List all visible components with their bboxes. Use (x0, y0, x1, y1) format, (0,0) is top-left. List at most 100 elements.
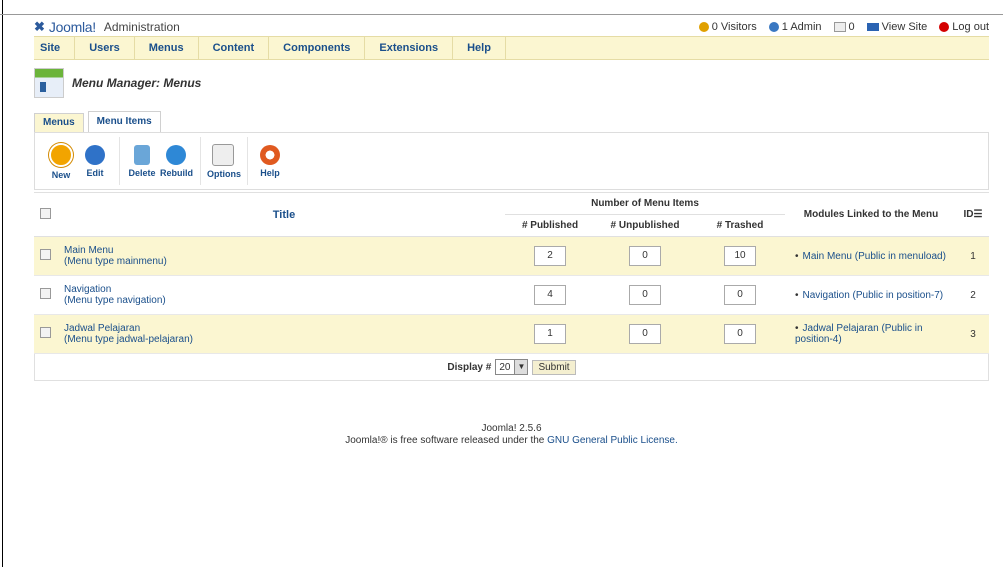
chevron-down-icon: ▼ (514, 360, 528, 374)
trashed-cell: 10 (695, 236, 785, 276)
unpublished-header: # Unpublished (595, 214, 695, 237)
submit-button[interactable]: Submit (532, 359, 576, 375)
menu-extensions[interactable]: Extensions (365, 37, 454, 59)
trashed-count-link[interactable]: 0 (724, 285, 756, 305)
published-count-link[interactable]: 2 (534, 246, 566, 266)
toolbar: New Edit Delete Rebuild Options Help (34, 132, 989, 190)
title-cell: Main Menu (Menu type mainmenu) (63, 236, 505, 276)
menu-components[interactable]: Components (269, 37, 366, 59)
main-menu-bar: Site Users Menus Content Components Exte… (34, 36, 989, 60)
bullet-icon: • (795, 250, 799, 262)
admin-user-icon (768, 22, 779, 32)
title-cell: Navigation (Menu type navigation) (63, 275, 505, 315)
refresh-icon (166, 144, 186, 165)
message-icon (833, 22, 846, 32)
module-link[interactable]: Navigation (Public in position-7) (803, 290, 944, 301)
options-label: Options (207, 168, 241, 179)
delete-button[interactable]: Delete (126, 144, 158, 178)
module-link[interactable]: Jadwal Pelajaran (Public in position-4) (795, 323, 923, 345)
bullet-icon: • (795, 323, 799, 334)
status-bar: 0 Visitors 1 Admin 0 View Site Log out (698, 21, 989, 33)
toolbar-group-manage: Delete Rebuild (120, 137, 201, 185)
pencil-icon (85, 144, 105, 165)
modules-header: Modules Linked to the Menu (785, 192, 957, 237)
admin-label: Administration (103, 20, 180, 34)
brand: ✖ Joomla! Administration (34, 19, 180, 35)
display-label: Display # (447, 361, 492, 373)
admins-count: 1 Admin (781, 21, 822, 33)
menu-help[interactable]: Help (453, 37, 506, 59)
id-header-label: ID (963, 209, 974, 220)
published-cell: 4 (505, 275, 595, 315)
view-site-link[interactable]: View Site (866, 21, 928, 33)
id-cell: 2 (957, 275, 989, 315)
monitor-icon (866, 23, 879, 31)
id-header[interactable]: ID☰ (957, 192, 989, 237)
edit-button[interactable]: Edit (79, 144, 111, 178)
list-limit-bar: Display # 20 ▼ Submit (34, 354, 989, 381)
license-prefix: Joomla!® is free software released under… (345, 435, 545, 446)
messages-status[interactable]: 0 (833, 21, 855, 33)
help-button[interactable]: Help (254, 144, 286, 178)
new-button[interactable]: New (45, 142, 77, 180)
row-checkbox[interactable] (40, 249, 51, 260)
logout-link[interactable]: Log out (939, 21, 989, 33)
rebuild-button[interactable]: Rebuild (160, 144, 193, 178)
trashed-count-link[interactable]: 10 (724, 246, 756, 266)
row-select-cell (34, 236, 63, 276)
module-cell: • Navigation (Public in position-7) (785, 275, 957, 315)
row-checkbox[interactable] (40, 327, 51, 338)
page-header: Menu Manager: Menus (34, 66, 989, 100)
menu-manager-icon (34, 68, 64, 98)
module-cell: • Main Menu (Public in menuload) (785, 236, 957, 276)
trashed-count-link[interactable]: 0 (724, 324, 756, 344)
table-row: Navigation (Menu type navigation) 4 0 0 •… (34, 275, 989, 315)
trashed-header: # Trashed (695, 214, 785, 237)
unpublished-count-link[interactable]: 0 (629, 324, 661, 344)
menu-site[interactable]: Site (34, 37, 76, 59)
title-header[interactable]: Title (63, 192, 505, 237)
view-site-label: View Site (881, 21, 928, 33)
menu-type: (Menu type navigation) (64, 295, 166, 306)
title-cell: Jadwal Pelajaran (Menu type jadwal-pelaja… (63, 314, 505, 354)
options-button[interactable]: Options (207, 143, 241, 179)
logout-label: Log out (952, 21, 989, 33)
unpublished-cell: 0 (595, 236, 695, 276)
select-all-checkbox[interactable] (40, 207, 51, 219)
list-limit-value: 20 (499, 361, 511, 373)
menu-name-link[interactable]: Main Menu (64, 245, 113, 256)
menu-type: (Menu type jadwal-pelajaran) (64, 334, 193, 345)
menu-menus[interactable]: Menus (135, 37, 199, 59)
delete-label: Delete (128, 167, 156, 178)
list-limit-select[interactable]: 20 ▼ (495, 359, 529, 375)
window-border (2, 0, 3, 567)
footer: Joomla! 2.5.6 Joomla!® is free software … (34, 423, 989, 447)
tab-menu-items[interactable]: Menu Items (87, 111, 161, 132)
menus-table: Title Number of Menu Items Modules Linke… (34, 192, 989, 354)
trashed-cell: 0 (695, 275, 785, 315)
row-select-cell (34, 275, 63, 315)
brand-name: Joomla! (48, 19, 96, 35)
number-of-items-header: Number of Menu Items (505, 192, 785, 215)
published-count-link[interactable]: 1 (534, 324, 566, 344)
license-link[interactable]: GNU General Public License. (547, 435, 678, 446)
license-text: Joomla!® is free software released under… (34, 435, 989, 447)
menu-name-link[interactable]: Jadwal Pelajaran (64, 323, 140, 334)
published-count-link[interactable]: 4 (534, 285, 566, 305)
menu-users[interactable]: Users (75, 37, 135, 59)
row-checkbox[interactable] (40, 288, 51, 299)
unpublished-count-link[interactable]: 0 (629, 246, 661, 266)
version-text: Joomla! 2.5.6 (481, 423, 542, 434)
admins-status: 1 Admin (768, 21, 822, 33)
id-cell: 1 (957, 236, 989, 276)
module-link[interactable]: Main Menu (Public in menuload) (803, 251, 946, 262)
menu-content[interactable]: Content (199, 37, 270, 59)
tab-menus[interactable]: Menus (34, 113, 84, 132)
top-bar: ✖ Joomla! Administration 0 Visitors 1 Ad… (34, 18, 989, 36)
menu-type: (Menu type mainmenu) (64, 256, 167, 267)
visitors-count: 0 Visitors (711, 21, 757, 33)
unpublished-count-link[interactable]: 0 (629, 285, 661, 305)
edit-label: Edit (86, 167, 104, 178)
menu-name-link[interactable]: Navigation (64, 284, 111, 295)
published-cell: 1 (505, 314, 595, 354)
